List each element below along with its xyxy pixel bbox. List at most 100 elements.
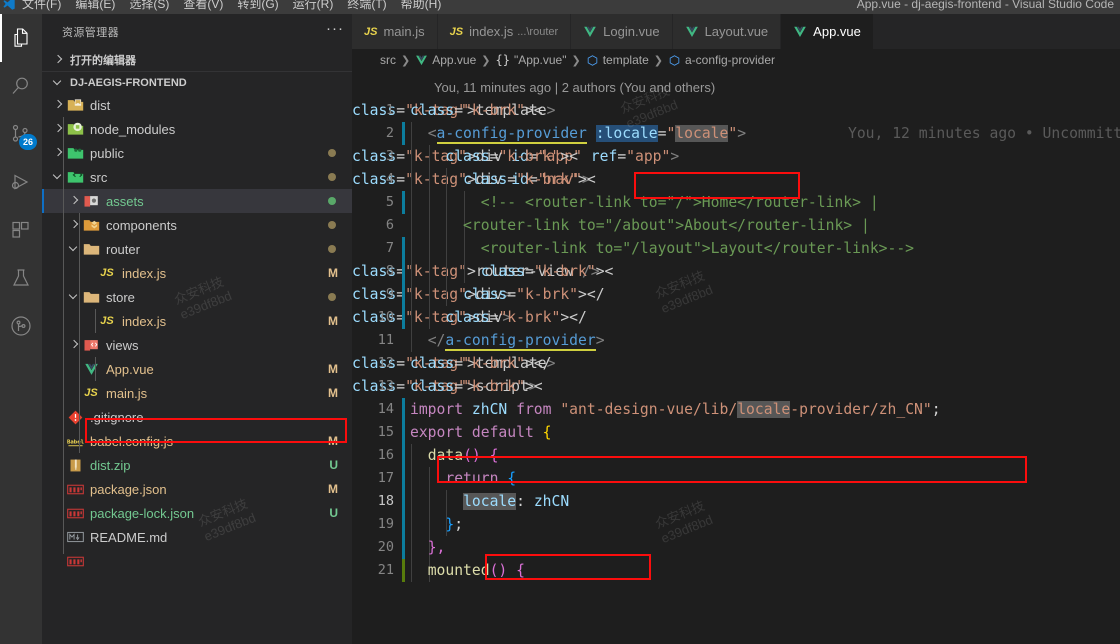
menu-file[interactable]: 文件(F) — [22, 0, 61, 13]
menu-view[interactable]: 查看(V) — [183, 0, 223, 13]
code-line[interactable]: 7 <router-link to="/layout">Layout</rout… — [352, 237, 1120, 260]
tree-item-package-json[interactable]: package.json M — [42, 477, 352, 501]
folder-assets-icon — [84, 196, 98, 207]
breadcrumb-item-src[interactable]: src — [380, 53, 396, 67]
activity-search[interactable] — [0, 62, 42, 110]
code-line[interactable]: 5 <!-- <router-link to="/">Home</router-… — [352, 191, 1120, 214]
line-number: 14 — [377, 401, 394, 417]
tree-item-router[interactable]: router — [42, 237, 352, 261]
code-line[interactable]: 14 import zhCN from "ant-design-vue/lib/l… — [352, 398, 1120, 421]
menu-run[interactable]: 运行(R) — [293, 0, 334, 13]
breadcrumb-item-template[interactable]: template — [586, 53, 649, 67]
code-line[interactable]: 16 data() { — [352, 444, 1120, 467]
editor-tab-index-js[interactable]: JS index.js ...\router — [437, 14, 572, 49]
menu-bar[interactable]: 文件(F) 编辑(E) 选择(S) 查看(V) 转到(G) 运行(R) 终端(T… — [22, 0, 441, 13]
tree-item-components[interactable]: components — [42, 213, 352, 237]
tree-item-dist[interactable]: dist — [42, 93, 352, 117]
code-line[interactable]: 20 }, — [352, 536, 1120, 559]
tree-item-main-js[interactable]: JS main.js M — [42, 381, 352, 405]
tree-item-label: babel.config.js — [90, 433, 174, 449]
code-text: <router-link to="/about">About</router-l… — [410, 217, 870, 234]
activity-git-graph[interactable] — [0, 302, 42, 350]
tree-item-babel-config-js[interactable]: Babel babel.config.js M — [42, 429, 352, 453]
folder-modified-dot — [328, 197, 336, 205]
indent-guide — [95, 309, 96, 333]
code-line[interactable]: 9 class="k-brk"></class="k-tag">div> — [352, 283, 1120, 306]
activity-explorer[interactable] — [0, 14, 42, 62]
code-line[interactable]: 4 class="k-brk">< class="k-tag">div id="n… — [352, 168, 1120, 191]
code-line[interactable]: 18 locale: zhCN — [352, 490, 1120, 513]
code-line[interactable]: 6 <router-link to="/about">About</router… — [352, 214, 1120, 237]
editor-tab-layout-vue[interactable]: Layout.vue — [672, 14, 782, 49]
code-line[interactable]: 12 class="k-brk"></class="k-tag">template… — [352, 352, 1120, 375]
menu-help[interactable]: 帮助(H) — [401, 0, 442, 13]
menu-select[interactable]: 选择(S) — [129, 0, 169, 13]
activity-testing[interactable] — [0, 254, 42, 302]
code-text: </a-config-provider> — [427, 332, 605, 351]
tree-item-label: dist — [90, 97, 111, 113]
editor-tab-login-vue[interactable]: Login.vue — [571, 14, 673, 49]
code-line[interactable]: 10 class="k-brk"></class="k-tag">div> — [352, 306, 1120, 329]
tree-item-package-lock-json[interactable]: package-lock.json U — [42, 501, 352, 525]
code-text: class="k-brk">< — [445, 148, 579, 165]
editor-tab-main-js[interactable]: JS main.js — [352, 14, 438, 49]
tree-item-views[interactable]: views — [42, 333, 352, 357]
tree-item-label: public — [90, 145, 124, 161]
code-line[interactable]: 15 export default { — [352, 421, 1120, 444]
tree-item-node-modules[interactable]: node_modules — [42, 117, 352, 141]
change-marker — [402, 421, 405, 444]
code-line[interactable]: 21 mounted() { — [352, 559, 1120, 582]
menu-edit[interactable]: 编辑(E) — [75, 0, 115, 13]
workspace-label: DJ-AEGIS-FRONTEND — [70, 76, 187, 89]
breadcrumb-item-appvue-symbol[interactable]: {} "App.vue" — [495, 53, 566, 67]
workspace-section[interactable]: DJ-AEGIS-FRONTEND — [42, 71, 352, 93]
tab-sublabel: ...\router — [517, 25, 559, 38]
tree-item-dist-zip[interactable]: dist.zip U — [42, 453, 352, 477]
code-editor[interactable]: You, 11 minutes ago | 2 authors (You and… — [352, 71, 1120, 644]
breadcrumb-separator-icon: ❯ — [653, 54, 663, 67]
tree-item-src[interactable]: src — [42, 165, 352, 189]
tree-item-app-vue[interactable]: App.vue M — [42, 357, 352, 381]
chevron-right-icon[interactable] — [50, 97, 66, 113]
tree-item-store[interactable]: store — [42, 285, 352, 309]
folder-src-icon — [67, 172, 83, 183]
activity-extensions[interactable] — [0, 206, 42, 254]
tree-item-assets[interactable]: assets — [42, 189, 352, 213]
code-line[interactable]: 11 </a-config-provider> — [352, 329, 1120, 352]
breadcrumb-item-appvue[interactable]: App.vue — [415, 53, 476, 67]
code-line[interactable]: 1 class="k-brk">< class="k-tag">template> — [352, 99, 1120, 122]
breadcrumb-label: a-config-provider — [684, 53, 776, 67]
code-line[interactable]: 8 class="k-brk">< class="k-tag">router-vi… — [352, 260, 1120, 283]
editor-tab-app-vue[interactable]: App.vue — [781, 14, 874, 49]
tree-item--gitignore[interactable]: .gitignore — [42, 405, 352, 429]
code-line[interactable]: 3 class="k-brk">< class="k-tag">div id="a… — [352, 145, 1120, 168]
chevron-right-icon[interactable] — [66, 193, 82, 209]
activity-run-debug[interactable] — [0, 158, 42, 206]
tree-item-readme-md[interactable]: README.md — [42, 525, 352, 549]
tree-item[interactable] — [42, 549, 352, 573]
open-editors-section[interactable]: 打开的编辑器 — [42, 49, 352, 71]
tree-item-public[interactable]: public — [42, 141, 352, 165]
tree-item-label: .gitignore — [90, 409, 144, 425]
tab-label: main.js — [383, 24, 425, 39]
menu-goto[interactable]: 转到(G) — [237, 0, 278, 13]
line-number: 10 — [377, 309, 394, 325]
code-line[interactable]: 19 }; — [352, 513, 1120, 536]
git-status-badge: M — [328, 362, 338, 376]
tree-item-index-js[interactable]: JS index.js M — [42, 261, 352, 285]
breadcrumb-item-a-config-provider[interactable]: a-config-provider — [668, 53, 775, 67]
line-number: 19 — [377, 516, 394, 532]
tree-item-index-js[interactable]: JS index.js M — [42, 309, 352, 333]
file-type-icon — [66, 121, 84, 137]
tree-item-label: assets — [106, 193, 144, 209]
git-status-badge: M — [328, 314, 338, 328]
code-line[interactable]: 13 class="k-brk">< class="k-tag">script> — [352, 375, 1120, 398]
line-number: 20 — [377, 539, 394, 555]
breadcrumb: src ❯ App.vue ❯ {} "App.vue" ❯ template — [352, 49, 1120, 71]
activity-source-control[interactable]: 26 — [0, 110, 42, 158]
menu-terminal[interactable]: 终端(T) — [347, 0, 386, 13]
folder-dist-icon — [67, 99, 83, 111]
code-text: class="k-brk">< — [480, 263, 614, 280]
explorer-more-actions-button[interactable]: ··· — [326, 21, 344, 39]
code-line[interactable]: 17 return { — [352, 467, 1120, 490]
